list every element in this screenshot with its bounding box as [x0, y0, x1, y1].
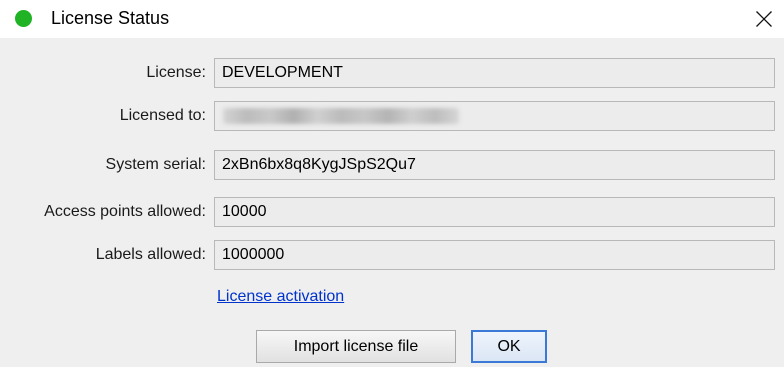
dialog-content: License: DEVELOPMENT Licensed to: System… [0, 38, 784, 367]
labels-allowed-label: Labels allowed: [95, 246, 206, 263]
license-field[interactable]: DEVELOPMENT [214, 58, 775, 88]
green-status-dot-icon [15, 10, 32, 27]
system-serial-label: System serial: [105, 156, 206, 173]
window-title: License Status [51, 8, 170, 28]
licensed-to-field[interactable] [214, 101, 775, 131]
license-activation-link[interactable]: License activation [217, 287, 344, 307]
licensed-to-label: Licensed to: [119, 107, 206, 124]
close-icon [756, 11, 772, 27]
system-serial-field[interactable]: 2xBn6bx8q8KygJSpS2Qu7 [214, 150, 775, 180]
access-points-label: Access points allowed: [44, 203, 206, 220]
close-button[interactable] [744, 0, 784, 38]
ok-button[interactable]: OK [471, 330, 547, 363]
labels-allowed-field[interactable]: 1000000 [214, 240, 775, 270]
license-label: License: [146, 64, 206, 81]
license-status-dialog: License Status License: DEVELOPMENT Lice… [0, 0, 784, 367]
access-points-field[interactable]: 10000 [214, 197, 775, 227]
redacted-blur [223, 108, 459, 124]
import-license-file-button[interactable]: Import license file [256, 330, 456, 363]
title-bar: License Status [0, 0, 784, 38]
